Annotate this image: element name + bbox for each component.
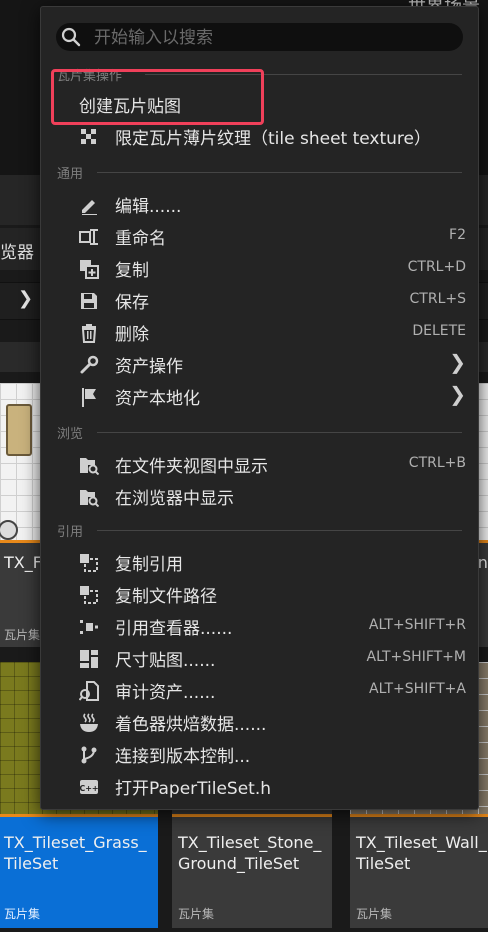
menu-item-condition-texture[interactable]: 限定瓦片薄片纹理（tile sheet texture） bbox=[41, 121, 478, 151]
menu-item-label: 在文件夹视图中显示 bbox=[115, 457, 268, 477]
asset-tile-name: TX_Tileset_Wall_ TileSet bbox=[356, 833, 487, 873]
section-header-general: 通用 bbox=[57, 163, 462, 182]
menu-item-label: 资产操作 bbox=[115, 357, 183, 377]
menu-item-label: 着色器烘焙数据...... bbox=[115, 715, 267, 735]
shortcut-label: ALT+SHIFT+R bbox=[368, 617, 466, 633]
menu-item-rename[interactable]: 重命名 F2 bbox=[41, 221, 478, 251]
folder-search-icon bbox=[80, 458, 99, 475]
annotation-highlight-box bbox=[51, 69, 264, 125]
shortcut-label: ALT+SHIFT+A bbox=[369, 681, 466, 697]
menu-item-label: 复制 bbox=[115, 261, 149, 281]
shortcut-label: DELETE bbox=[412, 323, 466, 339]
menu-item-label: 连接到版本控制... bbox=[115, 747, 251, 767]
shortcut-label: CTRL+S bbox=[409, 291, 466, 307]
menu-item-copy-reference[interactable]: 复制引用 bbox=[41, 547, 478, 577]
menu-item-label: 尺寸贴图...... bbox=[115, 651, 216, 671]
chevron-right-icon: ❯ bbox=[449, 350, 466, 374]
branch-icon bbox=[81, 746, 97, 764]
flag-icon bbox=[82, 388, 96, 407]
pencil-icon bbox=[82, 200, 97, 215]
menu-item-asset-localization[interactable]: 资产本地化 ❯ bbox=[41, 381, 478, 411]
checker-texture-icon bbox=[81, 129, 96, 144]
asset-tile-name: TX_Tileset_Stone_ Ground_TileSet bbox=[178, 833, 322, 873]
asset-tile[interactable]: TX_Tileset_Stone_ Ground_TileSet 瓦片集 bbox=[172, 808, 332, 928]
path-chevron-icon[interactable]: ❯ bbox=[18, 288, 33, 309]
menu-item-label: 打开PaperTileSet.h bbox=[115, 779, 272, 799]
menu-item-source-control[interactable]: 连接到版本控制... bbox=[41, 739, 478, 769]
duplicate-icon bbox=[80, 260, 99, 279]
menu-item-duplicate[interactable]: 复制 CTRL+D bbox=[41, 253, 478, 283]
steam-bowl-icon bbox=[80, 713, 98, 732]
menu-item-label: 审计资产...... bbox=[115, 683, 216, 703]
menu-item-delete[interactable]: 删除 DELETE bbox=[41, 317, 478, 347]
reference-graph-icon bbox=[80, 620, 98, 634]
menu-item-label: 保存 bbox=[115, 293, 149, 313]
size-map-icon bbox=[80, 650, 98, 668]
menu-item-label: 删除 bbox=[115, 325, 149, 345]
asset-tile-name: TX_Tileset_Grass_ TileSet bbox=[4, 833, 147, 873]
chevron-right-icon: ❯ bbox=[449, 382, 466, 406]
copy-path-icon bbox=[80, 586, 98, 604]
section-header-references: 引用 bbox=[57, 521, 462, 540]
rename-icon bbox=[79, 229, 98, 245]
asset-tile-type: 瓦片集 bbox=[4, 628, 41, 642]
context-menu: 瓦片集操作 创建瓦片贴图 限定瓦片薄片纹理（tile sheet texture… bbox=[40, 6, 479, 810]
menu-item-label: 重命名 bbox=[115, 229, 166, 249]
character-sprite-icon bbox=[6, 404, 32, 456]
menu-item-label: 限定瓦片薄片纹理（tile sheet texture） bbox=[115, 129, 431, 149]
menu-item-size-map[interactable]: 尺寸贴图...... ALT+SHIFT+M bbox=[41, 643, 478, 673]
menu-item-copy-file-path[interactable]: 复制文件路径 bbox=[41, 579, 478, 609]
browser-search-icon bbox=[80, 490, 99, 507]
shortcut-label: F2 bbox=[449, 227, 466, 243]
menu-item-reference-viewer[interactable]: 引用查看器...... ALT+SHIFT+R bbox=[41, 611, 478, 641]
menu-item-save[interactable]: 保存 CTRL+S bbox=[41, 285, 478, 315]
content-browser-tab-label[interactable]: 览器 bbox=[0, 238, 34, 263]
menu-item-label: 复制文件路径 bbox=[115, 587, 217, 607]
menu-item-open-header[interactable]: C++ 打开PaperTileSet.h bbox=[41, 771, 478, 801]
menu-item-show-in-browser[interactable]: 在浏览器中显示 bbox=[41, 481, 478, 511]
menu-item-audit-assets[interactable]: 审计资产...... ALT+SHIFT+A bbox=[41, 675, 478, 705]
menu-item-shader-cook[interactable]: 着色器烘焙数据...... bbox=[41, 707, 478, 737]
search-input[interactable] bbox=[92, 25, 456, 51]
asset-tile-type: 瓦片集 bbox=[178, 907, 215, 921]
menu-search-box[interactable] bbox=[56, 23, 463, 51]
svg-text:C++: C++ bbox=[79, 784, 98, 793]
audit-icon bbox=[79, 681, 99, 701]
menu-item-label: 引用查看器...... bbox=[115, 619, 233, 639]
menu-item-edit[interactable]: 编辑...... bbox=[41, 189, 478, 219]
cpp-file-icon: C++ bbox=[79, 780, 99, 794]
save-disk-icon bbox=[81, 293, 97, 309]
shortcut-label: CTRL+D bbox=[407, 259, 466, 275]
menu-item-asset-actions[interactable]: 资产操作 ❯ bbox=[41, 349, 478, 379]
menu-item-label: 编辑...... bbox=[115, 197, 182, 217]
menu-item-label: 复制引用 bbox=[115, 555, 183, 575]
search-icon bbox=[61, 27, 81, 47]
shortcut-label: ALT+SHIFT+M bbox=[366, 649, 466, 665]
asset-tile-type: 瓦片集 bbox=[4, 907, 41, 921]
menu-item-label: 在浏览器中显示 bbox=[115, 489, 234, 509]
shortcut-label: CTRL+B bbox=[408, 455, 466, 471]
asset-tile-type: 瓦片集 bbox=[356, 907, 393, 921]
section-header-browse: 浏览 bbox=[57, 423, 462, 442]
wrench-icon bbox=[80, 355, 99, 374]
asset-tile-name: TX_F bbox=[4, 553, 42, 572]
menu-item-label: 资产本地化 bbox=[115, 389, 200, 409]
menu-item-show-in-folder[interactable]: 在文件夹视图中显示 CTRL+B bbox=[41, 449, 478, 479]
copy-reference-icon bbox=[80, 554, 98, 572]
trash-icon bbox=[81, 324, 97, 343]
